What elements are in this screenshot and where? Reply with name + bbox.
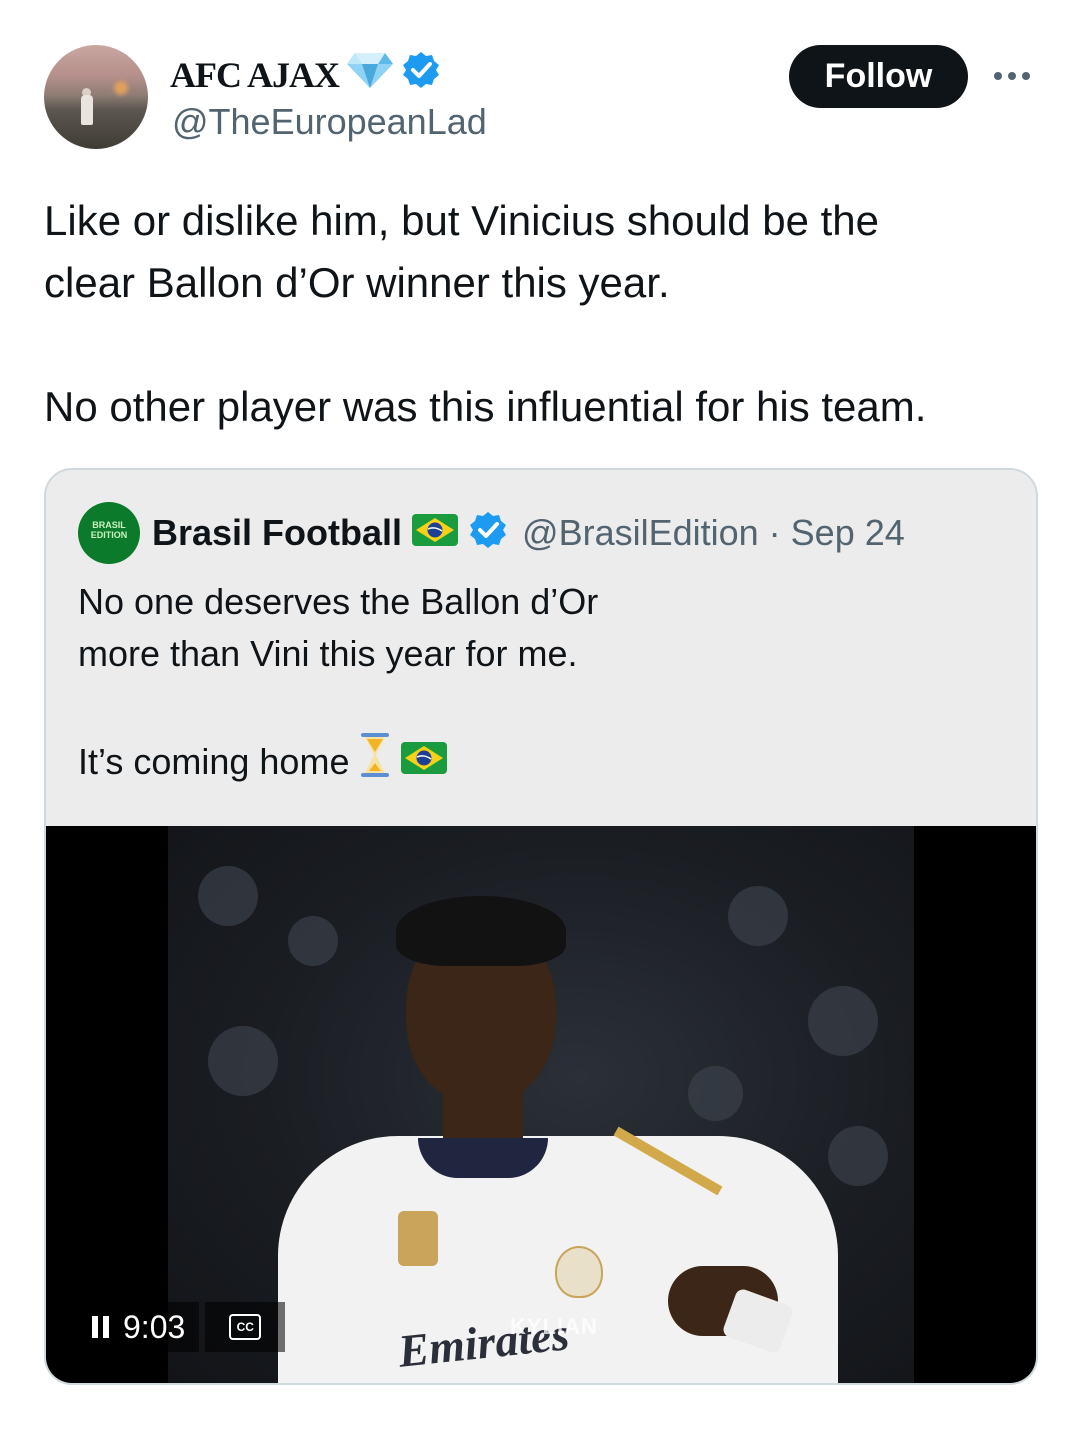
quote-line-2: more than Vini this year for me. (78, 633, 578, 674)
quote-author-handle[interactable]: @BrasilEdition (522, 512, 759, 554)
hourglass-icon (359, 732, 391, 792)
fifa-badge (398, 1211, 438, 1266)
quote-text: No one deserves the Ballon d’Or more tha… (78, 576, 598, 792)
tweet-line-1: Like or dislike him, but Vinicius should… (44, 197, 880, 244)
quoted-tweet-card[interactable]: BRASIL EDITION Brasil Football @BrasilEd… (44, 468, 1038, 1385)
author-name-row[interactable]: AFC AJAX (170, 50, 441, 99)
pause-icon (92, 1316, 109, 1338)
quote-author-name[interactable]: Brasil Football (152, 512, 402, 554)
tweet-line-3: No other player was this influential for… (44, 383, 927, 430)
tweet-line-2: clear Ballon d’Or winner this year. (44, 259, 670, 306)
quote-avatar-text: BRASIL EDITION (90, 520, 128, 540)
pause-button[interactable]: 9:03 (80, 1302, 200, 1352)
quote-separator: · (768, 511, 781, 553)
quote-line-1: No one deserves the Ballon d’Or (78, 581, 599, 622)
captions-button[interactable]: CC (205, 1302, 286, 1352)
quote-header: Brasil Football @BrasilEdition · Sep 24 (152, 510, 905, 555)
quote-line-3-row: It’s coming home (78, 732, 598, 792)
quote-line-3: It’s coming home (78, 741, 350, 782)
quote-author-avatar[interactable]: BRASIL EDITION (78, 502, 140, 564)
author-avatar[interactable] (44, 45, 148, 149)
follow-button[interactable]: Follow (789, 45, 968, 108)
closed-captions-icon: CC (229, 1314, 262, 1340)
author-name[interactable]: AFC AJAX (170, 54, 340, 96)
player-hair (396, 896, 566, 966)
video-frame: Emirates KYLIAN (168, 826, 914, 1383)
author-handle[interactable]: @TheEuropeanLad (172, 101, 487, 143)
brazil-flag-icon (412, 514, 459, 551)
more-horizontal-icon[interactable] (994, 66, 1034, 86)
club-crest (555, 1246, 603, 1298)
quote-date[interactable]: Sep 24 (791, 512, 905, 554)
avatar-figure (81, 95, 93, 125)
avatar-sun (114, 81, 128, 95)
video-watermark: KYLIAN (510, 1314, 598, 1339)
verified-badge-icon (401, 50, 441, 99)
video-player[interactable]: Emirates KYLIAN 9:03 CC (46, 826, 1036, 1383)
brazil-flag-icon (401, 736, 448, 788)
video-time: 9:03 (123, 1308, 186, 1345)
player-collar (418, 1138, 548, 1178)
tweet-text: Like or dislike him, but Vinicius should… (44, 190, 1044, 438)
verified-badge-icon (468, 510, 508, 555)
video-controls: 9:03 CC (80, 1302, 312, 1352)
diamond-icon (347, 51, 393, 98)
